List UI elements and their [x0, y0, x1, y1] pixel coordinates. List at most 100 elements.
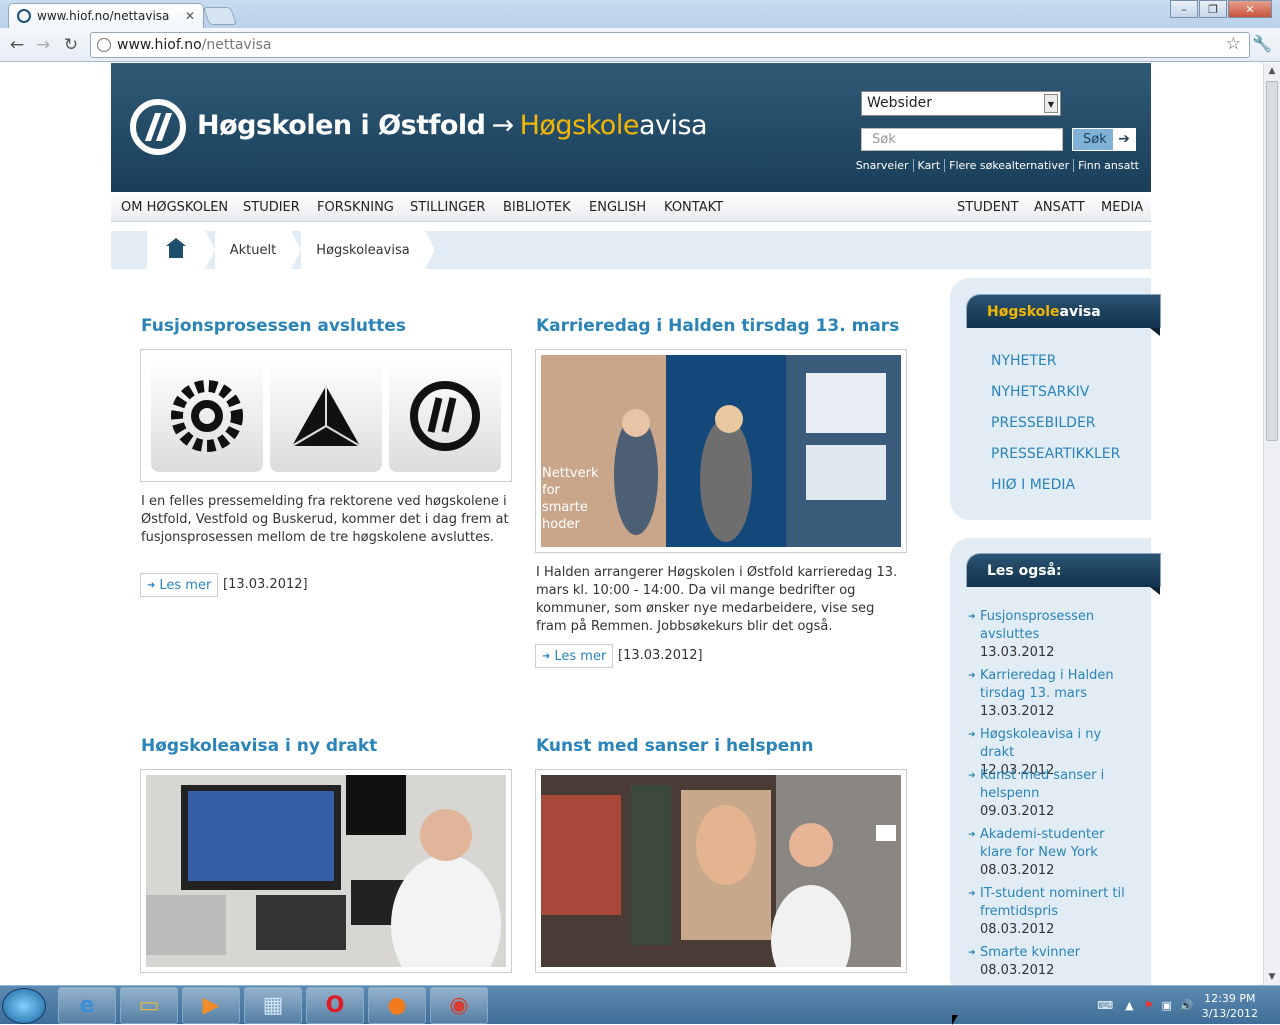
sidebar-item-nyheter[interactable]: NYHETER [991, 353, 1057, 369]
new-tab-button[interactable] [202, 7, 238, 25]
wrench-menu-icon[interactable]: 🔧 [1252, 34, 1272, 53]
scrollbar-thumb[interactable] [1266, 81, 1278, 441]
firefox-icon[interactable]: ● [368, 987, 426, 1024]
menu-stillinger[interactable]: STILLINGER [410, 200, 485, 215]
sidebar-les-ogsa: Les også: Fusjonsprosessen avsluttes13.0… [950, 538, 1161, 985]
link-snarveier[interactable]: Snarveier [852, 159, 913, 172]
volume-icon[interactable]: 🔊 [1180, 999, 1194, 1012]
related-article-link[interactable]: Karrieredag i Halden tirsdag 13. mars [968, 667, 1138, 703]
hiof-logo-icon[interactable] [130, 99, 186, 155]
read-more-label: Les mer [159, 577, 212, 593]
breadcrumb-aktuelt[interactable]: Aktuelt [215, 231, 301, 269]
menu-bibliotek[interactable]: BIBLIOTEK [503, 200, 571, 215]
minimize-button[interactable]: – [1170, 0, 1198, 18]
related-article-link[interactable]: Høgskoleavisa i ny drakt [968, 726, 1138, 762]
article-title[interactable]: Karrieredag i Halden tirsdag 13. mars [536, 316, 908, 340]
search-input[interactable]: Søk [861, 128, 1063, 151]
read-more-button[interactable]: ➜ Les mer [140, 573, 219, 597]
sidebar-item-nyhetsarkiv[interactable]: NYHETSARKIV [991, 384, 1089, 400]
chevron-down-icon[interactable]: ▼ [1044, 94, 1058, 113]
site-logo-text[interactable]: Høgskolen i Østfold → Høgskoleavisa [197, 110, 708, 141]
forward-arrow-icon[interactable]: → [32, 34, 54, 56]
logo-school-name: Høgskolen i Østfold [197, 110, 486, 141]
article-body: I Halden arrangerer Høgskolen i Østfold … [536, 565, 898, 634]
internet-explorer-icon[interactable]: e [58, 987, 116, 1024]
close-window-button[interactable]: ✕ [1228, 0, 1272, 18]
browser-tab[interactable]: www.hiof.no/nettavisa ✕ [8, 3, 204, 28]
sidebar-box-title: Høgskole avisa [966, 294, 1161, 336]
system-clock[interactable]: 12:39 PM 3/13/2012 [1202, 991, 1258, 1021]
browser-toolbar: ← → ↻ www.hiof.no/nettavisa ☆ 🔧 [0, 28, 1280, 62]
article-title[interactable]: Kunst med sanser i helspenn [536, 736, 908, 760]
show-hidden-icons-icon[interactable]: ▲ [1125, 999, 1133, 1012]
close-tab-icon[interactable]: ✕ [185, 9, 195, 23]
chrome-icon[interactable]: ◉ [430, 987, 488, 1024]
related-article-link[interactable]: Fusjonsprosessen avsluttes [968, 608, 1138, 644]
scroll-down-icon[interactable]: ▼ [1264, 969, 1280, 985]
sidebar-item-presseartikkler[interactable]: PRESSEARTIKKLER [991, 446, 1120, 462]
network-icon[interactable]: ▣ [1161, 999, 1171, 1012]
file-explorer-icon[interactable]: ▭ [120, 987, 178, 1024]
search-scope-select[interactable]: Websider ▼ [861, 91, 1061, 116]
list-item[interactable]: Akademi-studenter klare for New York08.0… [968, 826, 1138, 880]
sidebar-item-pressebilder[interactable]: PRESSEBILDER [991, 415, 1096, 431]
action-center-flag-icon[interactable]: ⚑ [1144, 999, 1154, 1012]
clock-time: 12:39 PM [1204, 991, 1256, 1005]
search-button[interactable]: Søk ➔ [1072, 128, 1136, 151]
link-kart[interactable]: Kart [912, 159, 945, 172]
related-article-link[interactable]: Smarte kvinner [968, 944, 1138, 962]
link-finn-ansatt[interactable]: Finn ansatt [1073, 159, 1143, 172]
article-image[interactable] [140, 349, 512, 482]
bookmark-star-icon[interactable]: ☆ [1226, 34, 1241, 54]
breadcrumb-hogskoleavisa[interactable]: Høgskoleavisa [301, 231, 435, 269]
vertical-scrollbar[interactable]: ▲ ▼ [1263, 63, 1280, 985]
read-more-label: Les mer [554, 648, 607, 664]
list-item[interactable]: Fusjonsprosessen avsluttes13.03.2012 [968, 608, 1138, 662]
read-more-button[interactable]: ➜ Les mer [535, 644, 614, 668]
back-arrow-icon[interactable]: ← [6, 34, 28, 56]
list-item[interactable]: Kunst med sanser i helspenn09.03.2012 [968, 767, 1138, 821]
sidebar-title-white: avisa [1059, 303, 1101, 320]
sidebar-item-hio-i-media[interactable]: HIØ I MEDIA [991, 477, 1075, 493]
breadcrumb-home[interactable] [147, 231, 215, 269]
menu-english[interactable]: ENGLISH [589, 200, 646, 215]
list-item[interactable]: Smarte kvinner08.03.2012 [968, 944, 1138, 980]
menu-media[interactable]: MEDIA [1101, 200, 1143, 215]
related-article-link[interactable]: Kunst med sanser i helspenn [968, 767, 1138, 803]
search-button-label: Søk [1083, 132, 1107, 147]
menu-studier[interactable]: STUDIER [243, 200, 300, 215]
keyboard-icon[interactable]: ⌨ [1097, 999, 1113, 1012]
menu-ansatt[interactable]: ANSATT [1034, 200, 1085, 215]
home-icon [166, 238, 186, 258]
globe-icon [97, 38, 111, 52]
related-article-link[interactable]: IT-student nominert til fremtidspris [968, 885, 1138, 921]
link-flere-sokealternativer[interactable]: Flere søkealternativer [944, 159, 1073, 172]
reload-icon[interactable]: ↻ [60, 34, 82, 56]
hiof-logo-tile-icon [389, 360, 501, 472]
list-item[interactable]: IT-student nominert til fremtidspris08.0… [968, 885, 1138, 939]
les-ogsa-title: Les også: [987, 562, 1062, 579]
address-bar[interactable]: www.hiof.no/nettavisa ☆ [90, 32, 1250, 58]
list-item[interactable]: Karrieredag i Halden tirsdag 13. mars13.… [968, 667, 1138, 721]
related-article-date: 09.03.2012 [980, 804, 1055, 819]
search-scope-value: Websider [867, 95, 932, 111]
menu-forskning[interactable]: FORSKNING [317, 200, 394, 215]
maximize-button[interactable]: ❐ [1199, 0, 1227, 18]
menu-student[interactable]: STUDENT [957, 200, 1019, 215]
menu-om-hogskolen[interactable]: OM HØGSKOLEN [121, 200, 228, 215]
article-card: Karrieredag i Halden tirsdag 13. mars [536, 316, 908, 340]
article-image[interactable] [535, 769, 907, 985]
related-article-date: 13.03.2012 [980, 704, 1055, 719]
scroll-up-icon[interactable]: ▲ [1264, 63, 1280, 79]
article-image[interactable] [140, 769, 512, 985]
media-player-icon[interactable]: ▶ [182, 987, 240, 1024]
opera-icon[interactable]: O [306, 987, 364, 1024]
hiof-favicon-icon [17, 9, 31, 23]
article-title[interactable]: Høgskoleavisa i ny drakt [141, 736, 513, 760]
related-article-link[interactable]: Akademi-studenter klare for New York [968, 826, 1138, 862]
control-panel-icon[interactable]: ▦ [244, 987, 302, 1024]
article-card: Høgskoleavisa i ny drakt [141, 736, 513, 760]
start-button[interactable] [2, 988, 46, 1024]
article-title[interactable]: Fusjonsprosessen avsluttes [141, 316, 513, 340]
menu-kontakt[interactable]: KONTAKT [664, 200, 723, 215]
